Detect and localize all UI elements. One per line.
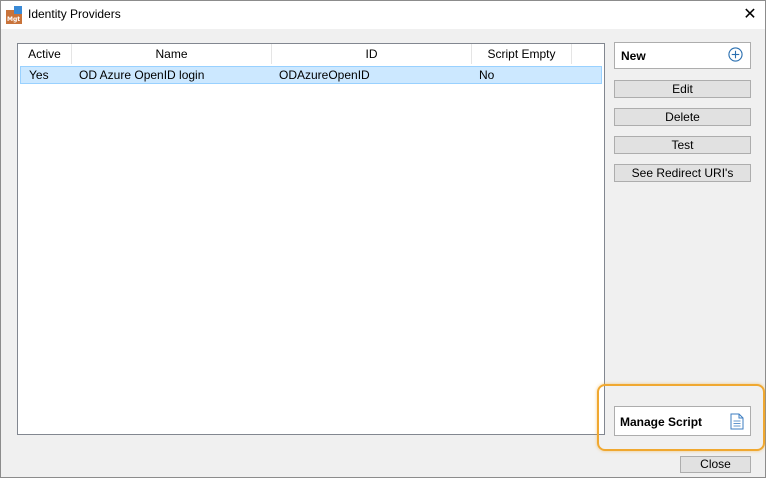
test-button[interactable]: Test [614, 136, 751, 154]
close-button[interactable]: Close [680, 456, 751, 473]
document-icon [730, 413, 744, 430]
cell-name: OD Azure OpenID login [79, 68, 205, 82]
list-header: Active Name ID Script Empty [18, 44, 604, 64]
app-icon: Mgt [6, 6, 22, 24]
plus-circle-icon [728, 47, 743, 62]
delete-button[interactable]: Delete [614, 108, 751, 126]
column-header-script-empty[interactable]: Script Empty [472, 44, 572, 64]
column-header-name[interactable]: Name [72, 44, 272, 64]
window-title: Identity Providers [28, 7, 121, 21]
new-button-label: New [621, 49, 646, 63]
column-header-active[interactable]: Active [18, 44, 72, 64]
cell-id: ODAzureOpenID [279, 68, 370, 82]
close-icon[interactable]: ✕ [739, 4, 761, 24]
dialog-body: Active Name ID Script Empty Yes OD Azure… [1, 29, 765, 477]
column-header-id[interactable]: ID [272, 44, 472, 64]
cell-active: Yes [29, 68, 49, 82]
providers-list[interactable]: Active Name ID Script Empty Yes OD Azure… [17, 43, 605, 435]
table-row[interactable]: Yes OD Azure OpenID login ODAzureOpenID … [20, 66, 602, 84]
cell-script-empty: No [479, 68, 495, 82]
manage-script-button[interactable]: Manage Script [614, 406, 751, 436]
see-redirect-uris-button[interactable]: See Redirect URI's [614, 164, 751, 182]
identity-providers-window: Mgt Identity Providers ✕ Active Name ID … [0, 0, 766, 478]
edit-button[interactable]: Edit [614, 80, 751, 98]
title-bar[interactable]: Mgt Identity Providers ✕ [1, 1, 765, 29]
manage-script-label: Manage Script [620, 415, 703, 429]
new-button[interactable]: New [614, 42, 751, 69]
svg-text:Mgt: Mgt [7, 16, 20, 23]
